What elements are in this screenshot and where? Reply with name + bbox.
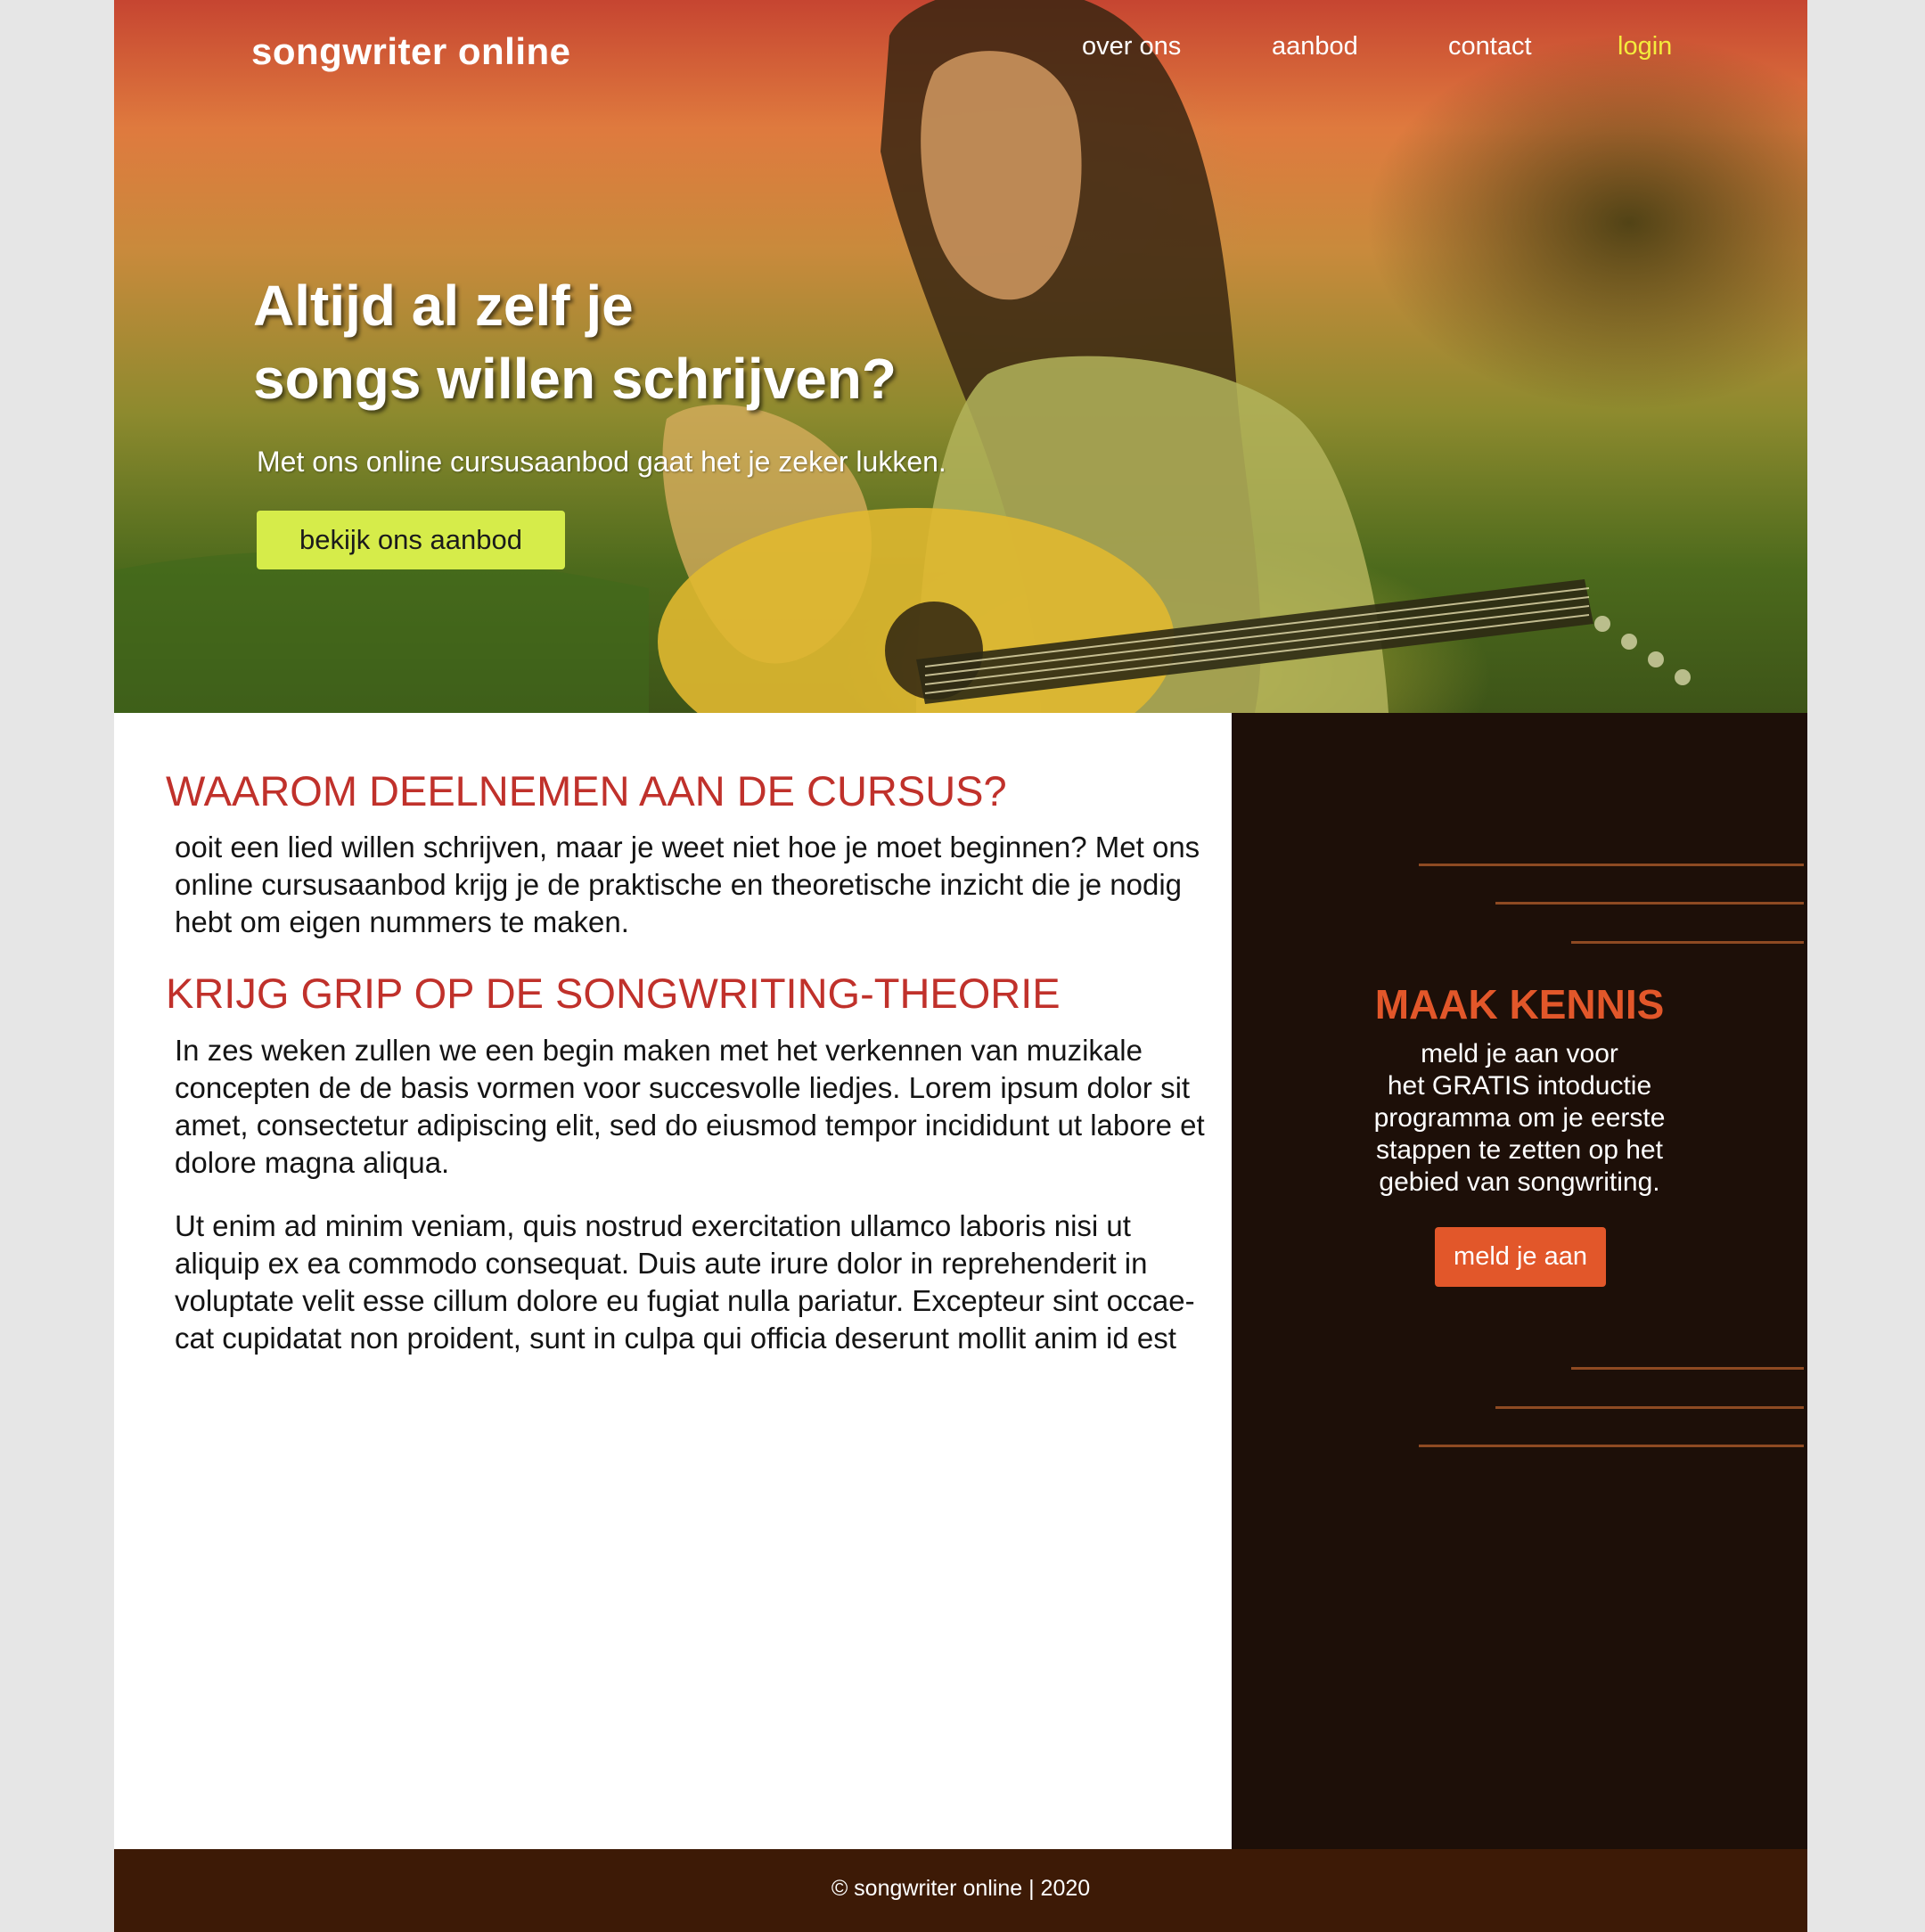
nav-link-contact[interactable]: contact (1448, 32, 1532, 61)
view-offer-button[interactable]: bekijk ons aanbod (257, 511, 565, 569)
decorative-line (1571, 941, 1804, 944)
page: songwriter online over ons aanbod contac… (114, 0, 1807, 1932)
hero-subtitle: Met ons online cursusaanbod gaat het je … (257, 446, 946, 478)
hero-title-line1: Altijd al zelf je (253, 274, 634, 338)
paragraph-theory: In zes weken zullen we een begin maken m… (175, 1034, 1205, 1179)
decorative-line (1419, 1445, 1804, 1447)
decorative-line (1495, 902, 1804, 905)
nav-link-over-ons[interactable]: over ons (1082, 32, 1181, 61)
sidebar-text-line: programma om je eerste (1373, 1103, 1666, 1133)
section-heading-why: WAAROM DEELNEMEN AAN DE CURSUS? (166, 767, 1007, 815)
section-heading-theory: KRIJG GRIP OP DE SONGWRITING-THEORIE (166, 970, 1061, 1017)
paragraph-lorem: Ut enim ad minim veniam, quis nostrud ex… (175, 1209, 1195, 1355)
footer: © songwriter online | 2020 (114, 1849, 1807, 1932)
hero-title: Altijd al zelf je songs willen schrijven… (253, 269, 1144, 415)
hero-title-line2: songs willen schrijven? (253, 347, 897, 411)
decorative-line (1571, 1367, 1804, 1370)
sidebar-heading: MAAK KENNIS (1374, 981, 1665, 1027)
signup-button[interactable]: meld je aan (1435, 1227, 1606, 1287)
nav-link-login[interactable]: login (1618, 32, 1672, 61)
decorative-line (1419, 864, 1804, 866)
paragraph-why: ooit een lied willen schrijven, maar je … (175, 831, 1200, 938)
decorative-line (1495, 1406, 1804, 1409)
nav-link-aanbod[interactable]: aanbod (1272, 32, 1358, 61)
sidebar-text: meld je aan voor het GRATIS intoductie p… (1321, 1038, 1718, 1199)
footer-copyright: © songwriter online | 2020 (831, 1876, 1091, 1901)
main-content: WAAROM DEELNEMEN AAN DE CURSUS? ooit een… (114, 713, 1232, 1849)
sidebar-text-line: meld je aan voor (1421, 1039, 1618, 1068)
sidebar-text-line: gebied van songwriting. (1379, 1167, 1660, 1197)
sidebar-text-line: het GRATIS intoductie (1387, 1071, 1652, 1101)
hero-section: songwriter online over ons aanbod contac… (114, 0, 1807, 713)
brand-logo[interactable]: songwriter online (251, 30, 571, 73)
sidebar-text-line: stappen te zetten op het (1376, 1135, 1663, 1165)
